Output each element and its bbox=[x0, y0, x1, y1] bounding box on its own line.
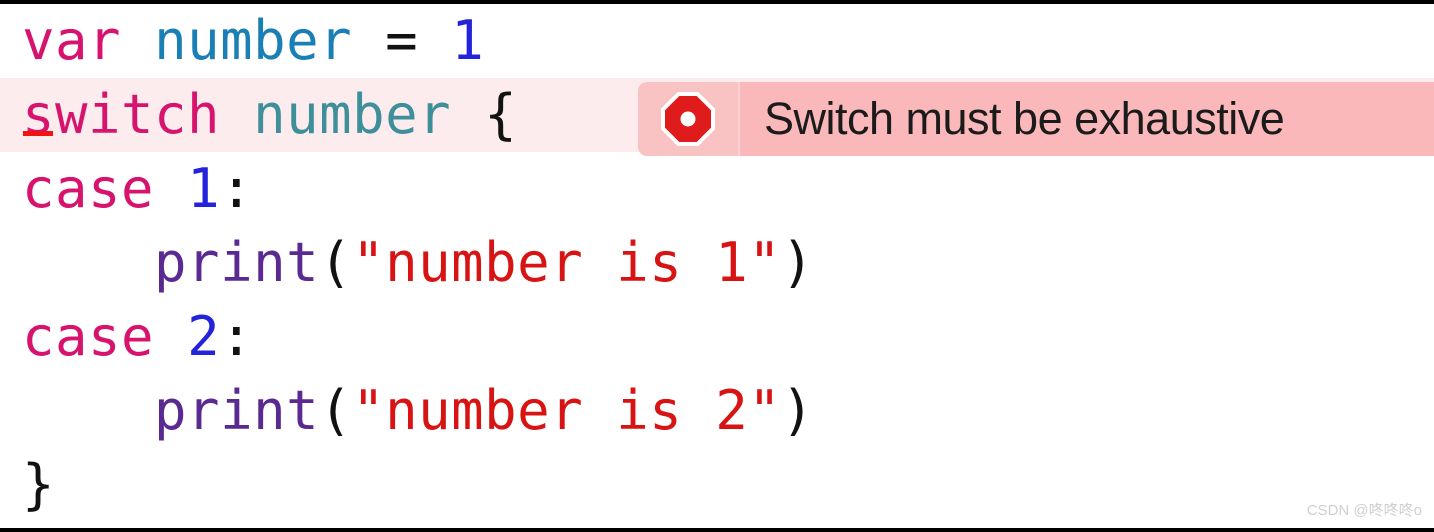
code-token: 1 bbox=[451, 9, 485, 72]
line-closing-brace[interactable]: } bbox=[0, 448, 1434, 522]
csdn-watermark: CSDN @咚咚咚o bbox=[1306, 502, 1422, 519]
code-token: : bbox=[220, 305, 254, 368]
line-print-2[interactable]: print("number is 2") bbox=[0, 374, 1434, 448]
code-token: "number is 1" bbox=[352, 231, 782, 294]
code-token: case bbox=[22, 305, 155, 368]
code-token: } bbox=[22, 453, 56, 516]
code-token: = bbox=[385, 9, 419, 72]
code-token: : bbox=[220, 157, 254, 220]
code-token: print bbox=[154, 231, 320, 294]
stop-octagon-error-icon bbox=[660, 91, 716, 147]
code-token: "number is 2" bbox=[352, 379, 782, 442]
code-token: s bbox=[22, 78, 55, 152]
code-token: number bbox=[154, 9, 353, 72]
error-message-panel[interactable]: Switch must be exhaustive bbox=[738, 82, 1434, 156]
code-token: ( bbox=[319, 231, 353, 294]
error-message-text: Switch must be exhaustive bbox=[764, 93, 1285, 144]
error-icon-well[interactable] bbox=[638, 82, 738, 156]
line-print-1[interactable]: print("number is 1") bbox=[0, 226, 1434, 300]
code-token: witch bbox=[55, 83, 221, 146]
code-token: case bbox=[22, 157, 155, 220]
code-editor-surface[interactable]: var number = 1 switch number {case 1: pri… bbox=[0, 4, 1434, 528]
code-token: print bbox=[154, 379, 320, 442]
line-var-declaration[interactable]: var number = 1 bbox=[0, 4, 1434, 78]
code-editor-screenshot: var number = 1 switch number {case 1: pri… bbox=[0, 0, 1434, 532]
code-token: ) bbox=[781, 379, 815, 442]
code-token: ( bbox=[319, 379, 353, 442]
line-case-1[interactable]: case 1: bbox=[0, 152, 1434, 226]
code-token: ) bbox=[781, 231, 815, 294]
code-token: number bbox=[253, 83, 452, 146]
code-token: var bbox=[22, 9, 122, 72]
code-token: 2 bbox=[187, 305, 221, 368]
line-case-2[interactable]: case 2: bbox=[0, 300, 1434, 374]
code-token: { bbox=[484, 83, 518, 146]
inline-error-banner[interactable]: Switch must be exhaustive bbox=[638, 82, 1434, 156]
code-token: 1 bbox=[187, 157, 221, 220]
bottom-edge-rule bbox=[0, 528, 1434, 532]
